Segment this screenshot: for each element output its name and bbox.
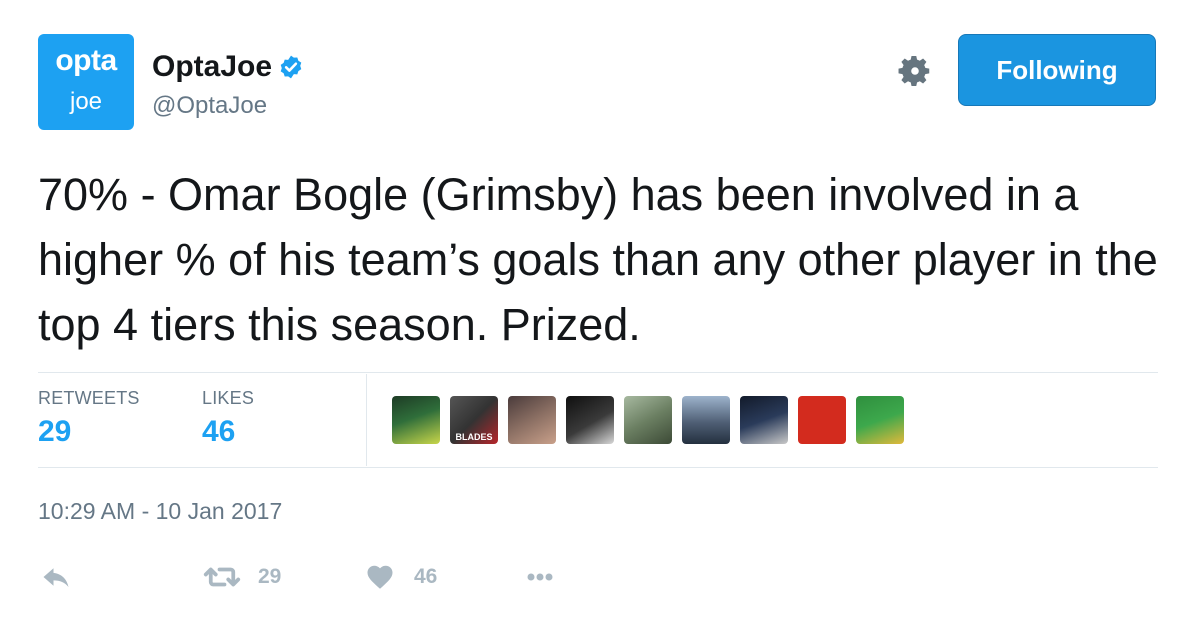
tweet-timestamp[interactable]: 10:29 AM - 10 Jan 2017	[38, 498, 282, 525]
stats-divider	[366, 374, 367, 466]
liker-avatar[interactable]	[392, 396, 440, 444]
liker-avatar[interactable]	[624, 396, 672, 444]
retweets-stat[interactable]: RETWEETS 29	[38, 388, 140, 449]
retweet-count: 29	[258, 565, 282, 588]
liker-avatars: BLADES	[392, 396, 914, 444]
liker-avatar[interactable]	[566, 396, 614, 444]
likes-stat[interactable]: LIKES 46	[202, 388, 254, 449]
like-button[interactable]: 46	[364, 562, 437, 592]
likes-label: LIKES	[202, 388, 255, 408]
more-button[interactable]	[520, 562, 560, 592]
following-button[interactable]: Following	[958, 34, 1156, 106]
liker-avatar[interactable]	[798, 396, 846, 444]
divider	[38, 372, 1158, 373]
retweet-button[interactable]: 29	[200, 562, 281, 592]
verified-badge-icon	[278, 54, 304, 80]
user-handle[interactable]: @OptaJoe	[152, 92, 267, 120]
name-row: OptaJoe	[152, 50, 304, 84]
like-count: 46	[414, 565, 438, 588]
liker-avatar[interactable]	[740, 396, 788, 444]
avatar-line2: joe	[69, 88, 103, 115]
liker-avatar[interactable]	[856, 396, 904, 444]
more-icon	[520, 562, 560, 592]
avatar[interactable]: opta joe	[38, 34, 134, 130]
action-bar: 29 46	[0, 560, 1194, 594]
liker-avatar[interactable]: BLADES	[450, 396, 498, 444]
retweet-icon	[200, 562, 244, 592]
liker-avatar[interactable]	[682, 396, 730, 444]
likes-count: 46	[202, 415, 236, 448]
retweets-label: RETWEETS	[38, 388, 140, 408]
tweet-text: 70% - Omar Bogle (Grimsby) has been invo…	[38, 169, 1158, 350]
heart-icon	[364, 562, 396, 592]
retweets-count: 29	[38, 415, 72, 448]
reply-button[interactable]	[40, 562, 72, 592]
reply-icon	[40, 562, 72, 592]
gear-icon[interactable]	[896, 52, 934, 90]
liker-avatar[interactable]	[508, 396, 556, 444]
display-name[interactable]: OptaJoe	[152, 50, 272, 84]
avatar-line1: opta	[55, 44, 117, 77]
divider	[38, 467, 1158, 468]
